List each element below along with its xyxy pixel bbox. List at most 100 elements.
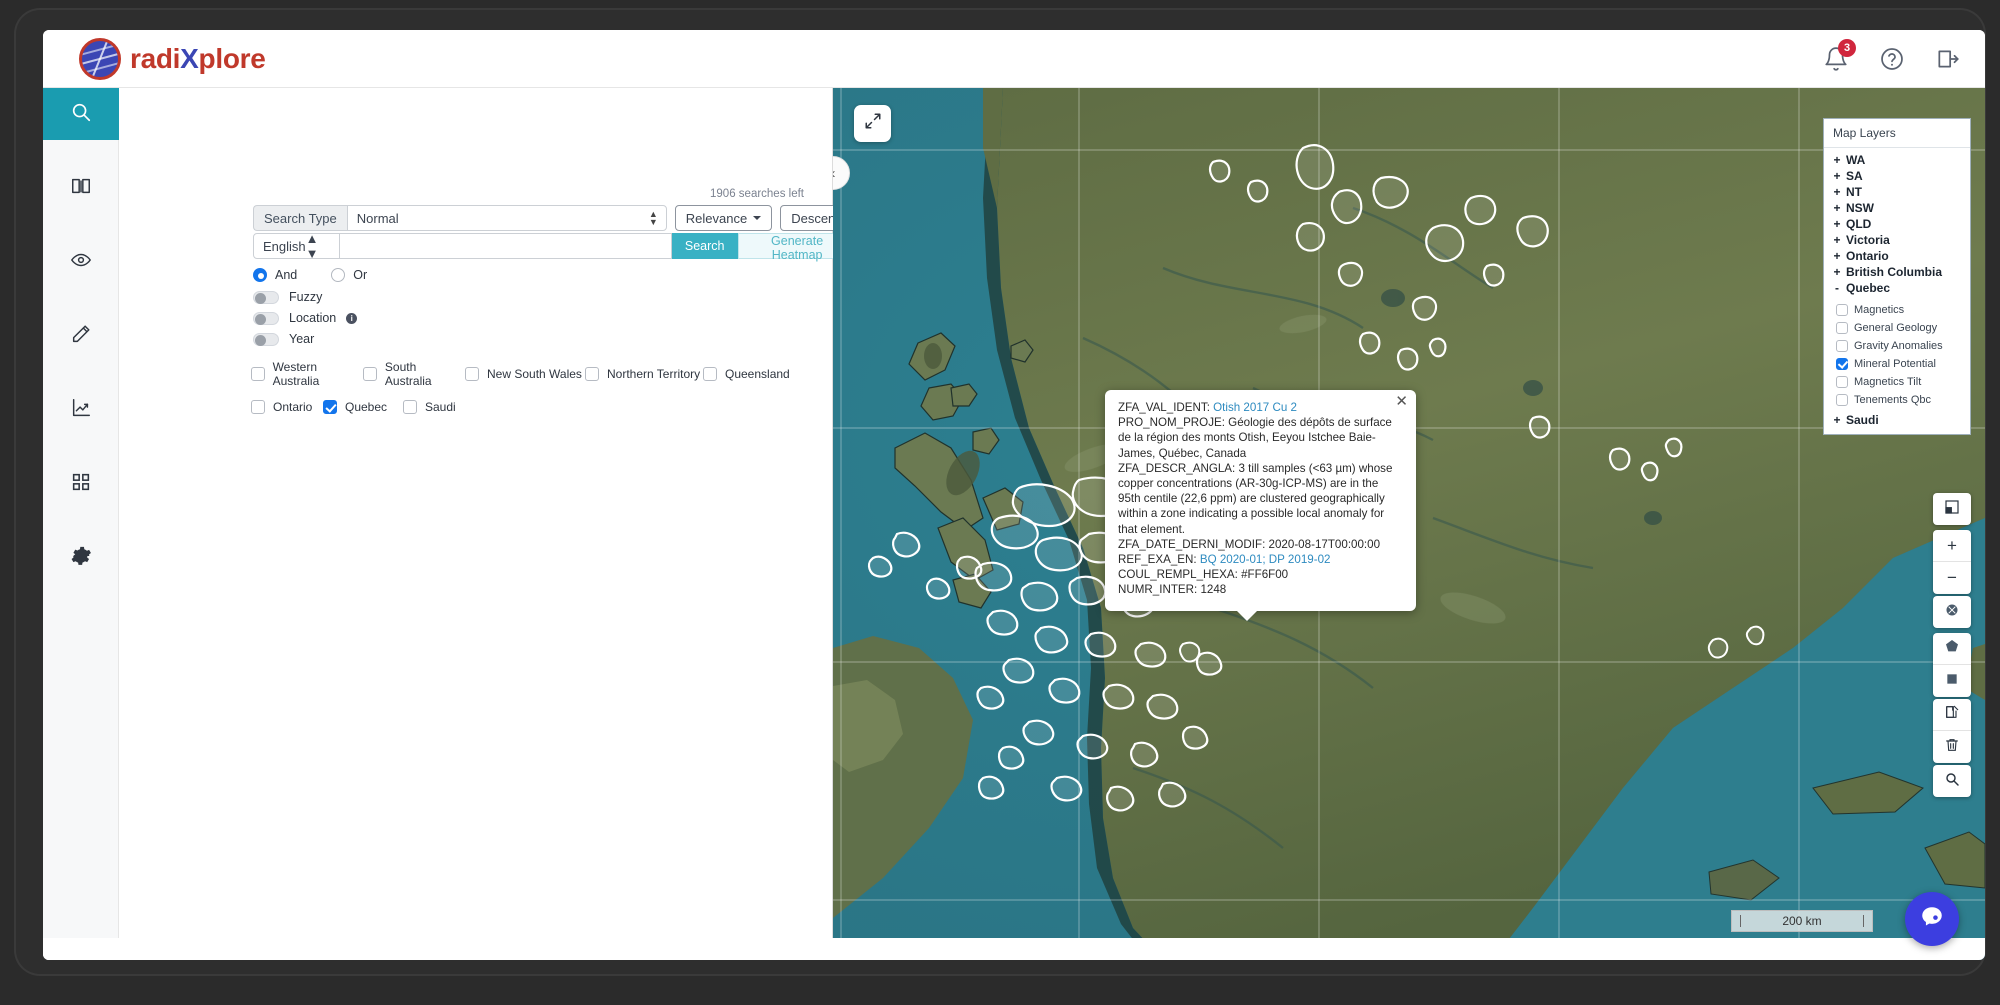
rail-item-search[interactable]	[43, 88, 119, 140]
checkbox[interactable]	[251, 367, 265, 381]
chat-support-button[interactable]	[1905, 892, 1959, 946]
search-input[interactable]	[340, 233, 672, 259]
map-search-tool-group	[1933, 765, 1971, 797]
radio-and[interactable]	[253, 268, 267, 282]
layer-group-british-columbia[interactable]: + British Columbia	[1824, 264, 1970, 280]
delete-shape-button[interactable]	[1933, 731, 1971, 763]
layer-checkbox-magnetics[interactable]: Magnetics	[1824, 301, 1970, 319]
fuzzy-toggle[interactable]	[253, 290, 279, 304]
brand-suffix: plore	[198, 43, 266, 74]
rail-item-analytics[interactable]	[43, 384, 119, 436]
layer-checkbox-mineral-potential[interactable]: Mineral Potential	[1824, 355, 1970, 373]
layer-group-ontario[interactable]: + Ontario	[1824, 248, 1970, 264]
info-icon[interactable]: i	[346, 312, 358, 324]
popup-line-coul-rempl-hexa: COUL_REMPL_HEXA: #FF6F00	[1118, 567, 1403, 582]
checkbox[interactable]	[323, 400, 337, 414]
popup-line-zfa-val-ident: ZFA_VAL_IDENT: Otish 2017 Cu 2	[1118, 400, 1403, 415]
popup-value-link[interactable]: BQ 2020-01; DP 2019-02	[1200, 553, 1331, 566]
zoom-in-button[interactable]: +	[1933, 530, 1971, 562]
layer-checkbox-gravity-anomalies[interactable]: Gravity Anomalies	[1824, 337, 1970, 355]
layer-group-nsw[interactable]: + NSW	[1824, 200, 1970, 216]
checkbox[interactable]	[403, 400, 417, 414]
checkbox[interactable]	[1836, 322, 1848, 334]
draw-rectangle-button[interactable]	[1933, 665, 1971, 697]
relevance-dropdown[interactable]: Relevance	[674, 205, 773, 231]
layer-checkbox-magnetics-tilt[interactable]: Magnetics Tilt	[1824, 373, 1970, 391]
layer-group-sa[interactable]: + SA	[1824, 168, 1970, 184]
checkbox[interactable]	[1836, 394, 1848, 406]
checkbox[interactable]	[1836, 340, 1848, 352]
checkbox[interactable]	[465, 367, 479, 381]
draw-polygon-button[interactable]	[1933, 633, 1971, 665]
header-actions: 3	[1823, 30, 1961, 88]
location-toggle[interactable]	[253, 311, 279, 325]
layer-group-victoria[interactable]: + Victoria	[1824, 232, 1970, 248]
region-checkbox-ontario[interactable]: Ontario	[251, 400, 323, 414]
region-checkbox-western-australia[interactable]: Western Australia	[251, 360, 363, 388]
rail-item-annotate[interactable]	[43, 310, 119, 362]
app-logo[interactable]: radiXplore	[79, 38, 266, 80]
year-label: Year	[289, 332, 315, 346]
region-label: New South Wales	[487, 367, 582, 381]
checkbox[interactable]	[251, 400, 265, 414]
popup-value-link[interactable]: Otish 2017 Cu 2	[1213, 401, 1297, 414]
basemap-layers-button[interactable]	[1933, 493, 1971, 525]
rail-spacer	[43, 436, 118, 458]
feature-info-popup: ✕ ZFA_VAL_IDENT: Otish 2017 Cu 2 PRO_NOM…	[1105, 390, 1416, 621]
plus-icon: +	[1947, 535, 1957, 555]
rail-item-library[interactable]	[43, 162, 119, 214]
locate-tool-group	[1933, 596, 1971, 628]
region-checkbox-new-south-wales[interactable]: New South Wales	[465, 367, 585, 381]
layer-group-saudi[interactable]: + Saudi	[1824, 412, 1970, 428]
checkbox[interactable]	[1836, 304, 1848, 316]
map-search-button[interactable]	[1933, 765, 1971, 797]
toggle-row-location: Location i	[253, 311, 358, 325]
rail-item-apps[interactable]	[43, 458, 119, 510]
layer-group-quebec[interactable]: - Quebec	[1824, 280, 1970, 296]
checkbox[interactable]	[703, 367, 717, 381]
grid-squares-icon	[70, 471, 92, 498]
region-checkbox-northern-territory[interactable]: Northern Territory	[585, 367, 703, 381]
locate-me-button[interactable]	[1933, 596, 1971, 628]
edit-shape-button[interactable]	[1933, 699, 1971, 731]
checkbox[interactable]	[363, 367, 377, 381]
plus-icon: +	[1833, 413, 1841, 427]
popup-key: ZFA_DESCR_ANGLA:	[1118, 461, 1239, 475]
layer-label: Gravity Anomalies	[1854, 340, 1943, 352]
map-layers-title: Map Layers	[1824, 119, 1970, 148]
zoom-out-button[interactable]: −	[1933, 562, 1971, 594]
fuzzy-label: Fuzzy	[289, 290, 323, 304]
zoom-tool-group: + −	[1933, 530, 1971, 594]
rail-item-watch[interactable]	[43, 236, 119, 288]
help-button[interactable]	[1879, 46, 1905, 72]
checkbox[interactable]	[1836, 376, 1848, 388]
close-icon[interactable]: ✕	[1395, 394, 1408, 409]
checkbox[interactable]	[585, 367, 599, 381]
region-checkbox-queensland[interactable]: Queensland	[703, 367, 790, 381]
layer-checkbox-tenements-qbc[interactable]: Tenements Qbc	[1824, 391, 1970, 409]
region-checkbox-south-australia[interactable]: South Australia	[363, 360, 465, 388]
checkbox[interactable]	[1836, 358, 1848, 370]
rail-item-settings[interactable]	[43, 532, 119, 584]
notifications-button[interactable]: 3	[1823, 39, 1856, 72]
search-type-select[interactable]: Normal ▲ ▼	[346, 205, 667, 231]
region-checkbox-saudi[interactable]: Saudi	[403, 400, 456, 414]
edit-tool-group	[1933, 699, 1971, 763]
layer-group-wa[interactable]: + WA	[1824, 152, 1970, 168]
year-toggle[interactable]	[253, 332, 279, 346]
layer-group-qld[interactable]: + QLD	[1824, 216, 1970, 232]
map-fullscreen-button[interactable]	[854, 105, 891, 142]
layer-checkbox-general-geology[interactable]: General Geology	[1824, 319, 1970, 337]
layer-group-nt[interactable]: + NT	[1824, 184, 1970, 200]
radio-or[interactable]	[331, 268, 346, 282]
search-button[interactable]: Search	[671, 233, 738, 259]
map-view[interactable]: ‹ Map Layers + WA + SA + NT + NSW + QLD + Vict…	[833, 88, 1985, 960]
logout-button[interactable]	[1935, 46, 1961, 72]
region-checkbox-quebec[interactable]: Quebec	[323, 400, 403, 414]
chevron-left-icon: ‹	[833, 165, 836, 182]
scale-label: 200 km	[1782, 914, 1822, 928]
chevron-updown-icon: ▲ ▼	[305, 231, 319, 261]
language-select[interactable]: English ▲ ▼	[253, 231, 341, 261]
language-value: English	[263, 238, 306, 254]
popup-key: REF_EXA_EN:	[1118, 553, 1200, 567]
